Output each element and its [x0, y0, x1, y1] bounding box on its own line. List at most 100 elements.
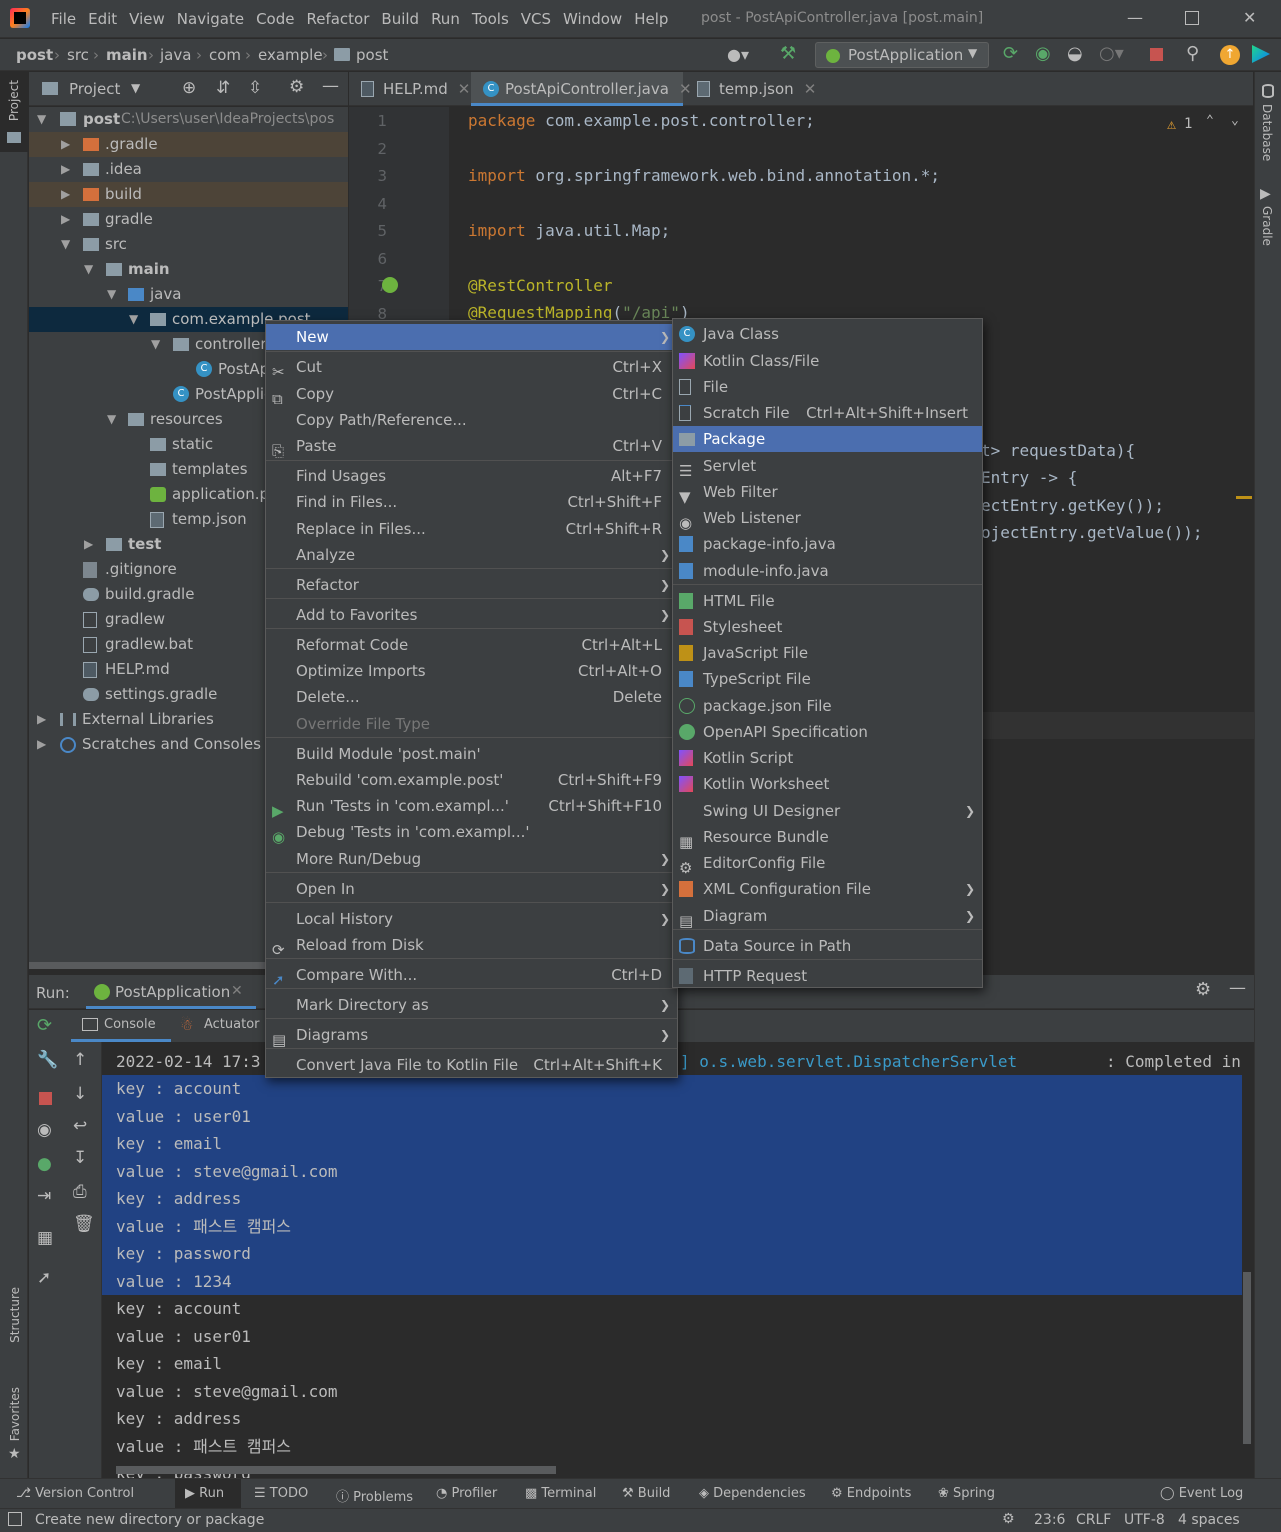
tab-console[interactable]: Console — [71, 1010, 171, 1042]
tool-build[interactable]: ⚒ Build — [622, 1486, 670, 1501]
menu-item-copy-path[interactable]: Copy Path/Reference... — [266, 407, 677, 433]
gear-icon[interactable]: ⚙ — [1195, 979, 1211, 1000]
menu-item-http-request[interactable]: HTTP Request — [673, 963, 982, 989]
tool-version-control[interactable]: ⎇ Version Control — [16, 1486, 134, 1501]
menu-item-paste[interactable]: ⎘ Paste Ctrl+V — [266, 433, 677, 460]
minimize-icon[interactable]: — — [1127, 8, 1143, 27]
console-output[interactable]: 2022-02-14 17:3 ] o.s.web.servlet.Dispat… — [102, 1042, 1242, 1478]
menu-file[interactable]: File — [45, 10, 82, 28]
build-hammer-icon[interactable]: ⚒ — [780, 43, 796, 64]
hide-panel-icon[interactable]: — — [1229, 978, 1246, 998]
tree-item-gradle[interactable]: ▶ gradle — [29, 207, 348, 232]
menu-item-module-info[interactable]: module-info.java — [673, 558, 982, 584]
menu-item-cut[interactable]: ✂ Cut Ctrl+X — [266, 354, 677, 381]
user-icon[interactable]: ●▾ — [727, 45, 749, 64]
menu-item-rebuild[interactable]: Rebuild 'com.example.post' Ctrl+Shift+F9 — [266, 767, 677, 793]
next-highlight-icon[interactable]: ⌄ — [1231, 113, 1239, 128]
database-tool-button[interactable]: Database — [1255, 80, 1281, 170]
menu-navigate[interactable]: Navigate — [171, 10, 250, 28]
breadcrumb-com[interactable]: com — [209, 46, 241, 64]
search-icon[interactable]: ⚲ — [1186, 43, 1199, 64]
menu-code[interactable]: Code — [250, 10, 300, 28]
tree-item-dot-gradle[interactable]: ▶ .gradle — [29, 132, 348, 157]
profile-icon[interactable]: ○▾ — [1099, 43, 1124, 64]
debug-bug-icon[interactable]: ◉ — [1035, 43, 1051, 64]
menu-item-delete[interactable]: Delete... Delete — [266, 684, 677, 710]
layout-icon[interactable]: ▦ — [37, 1228, 53, 1248]
tool-event-log[interactable]: ◯ Event Log — [1160, 1486, 1243, 1501]
line-separator[interactable]: CRLF — [1076, 1512, 1111, 1528]
menu-build[interactable]: Build — [375, 10, 425, 28]
tool-dependencies[interactable]: ◈ Dependencies — [699, 1486, 806, 1501]
close-tab-icon[interactable]: ✕ — [804, 80, 817, 98]
menu-item-open-in[interactable]: Open In ❯ — [266, 876, 677, 902]
breadcrumb-post[interactable]: post — [16, 46, 53, 64]
menu-item-refactor[interactable]: Refactor ❯ — [266, 572, 677, 598]
maximize-icon[interactable] — [1185, 11, 1199, 25]
gear-icon[interactable]: ⚙ — [289, 77, 304, 97]
menu-item-add-to-favorites[interactable]: Add to Favorites ❯ — [266, 602, 677, 628]
menu-item-typescript-file[interactable]: TypeScript File — [673, 666, 982, 692]
menu-item-new[interactable]: New ❯ — [266, 324, 677, 350]
menu-item-web-filter[interactable]: ▼ Web Filter — [673, 479, 982, 506]
menu-item-java-class[interactable]: C Java Class — [673, 321, 982, 347]
project-tool-button[interactable]: Project — [0, 72, 28, 152]
menu-item-find-usages[interactable]: Find Usages Alt+F7 — [266, 463, 677, 489]
hide-panel-icon[interactable]: — — [322, 76, 339, 96]
tool-run[interactable]: ▶ Run — [175, 1479, 241, 1509]
update-icon[interactable]: ↑ — [1220, 45, 1240, 65]
menu-item-reformat-code[interactable]: Reformat Code Ctrl+Alt+L — [266, 632, 677, 658]
menu-refactor[interactable]: Refactor — [300, 10, 375, 28]
menu-item-openapi[interactable]: OpenAPI Specification — [673, 719, 982, 745]
close-tab-icon[interactable]: ✕ — [231, 983, 243, 999]
debug-bug-icon[interactable]: ● — [37, 1154, 52, 1174]
collapse-all-icon[interactable]: ⇳ — [248, 78, 262, 98]
arrow-down-icon[interactable]: ↓ — [73, 1084, 87, 1104]
stop-icon[interactable] — [39, 1092, 52, 1105]
warning-stripe-marker[interactable] — [1236, 496, 1252, 499]
menu-item-stylesheet[interactable]: Stylesheet — [673, 614, 982, 640]
coverage-icon[interactable]: ◒ — [1067, 43, 1083, 64]
menu-item-servlet[interactable]: ☰ Servlet — [673, 453, 982, 480]
pin-icon[interactable]: ➚ — [37, 1268, 51, 1288]
run-tab-postapplication[interactable]: PostApplication ✕ — [86, 975, 256, 1009]
file-encoding[interactable]: UTF-8 — [1124, 1512, 1165, 1528]
print-icon[interactable]: ⎙ — [73, 1182, 87, 1202]
rerun-icon[interactable]: ⟳ — [1003, 43, 1018, 64]
tool-spring[interactable]: ❀ Spring — [938, 1486, 995, 1501]
menu-run[interactable]: Run — [425, 10, 466, 28]
close-window-icon[interactable]: ✕ — [1243, 8, 1256, 27]
menu-item-local-history[interactable]: Local History ❯ — [266, 906, 677, 932]
breadcrumb-post-package[interactable]: post — [356, 46, 388, 64]
tree-item-java[interactable]: ▼ java — [29, 282, 348, 307]
close-tab-icon[interactable]: ✕ — [458, 80, 471, 98]
menu-item-kotlin-script[interactable]: Kotlin Script — [673, 745, 982, 771]
menu-item-debug-tests[interactable]: ◉ Debug 'Tests in 'com.exampl...' — [266, 819, 677, 846]
menu-item-resource-bundle[interactable]: ▦ Resource Bundle — [673, 824, 982, 851]
menu-item-package[interactable]: Package — [673, 426, 982, 452]
tree-item-src[interactable]: ▼ src — [29, 232, 348, 257]
menu-item-scratch-file[interactable]: Scratch File Ctrl+Alt+Shift+Insert — [673, 400, 982, 426]
indent-setting[interactable]: 4 spaces — [1178, 1512, 1240, 1528]
menu-item-analyze[interactable]: Analyze ❯ — [266, 542, 677, 568]
menu-item-file[interactable]: File — [673, 374, 982, 400]
inspection-icon[interactable]: ⚙ — [1002, 1511, 1015, 1527]
arrow-up-icon[interactable]: ↑ — [73, 1050, 87, 1070]
tool-terminal[interactable]: ▩ Terminal — [525, 1486, 596, 1501]
tree-item-post[interactable]: ▼ post C:\Users\user\IdeaProjects\pos — [29, 107, 348, 132]
tool-problems[interactable]: ⓘ Problems — [336, 1486, 413, 1505]
tab-temp-json[interactable]: temp.json ✕ — [685, 72, 817, 106]
menu-window[interactable]: Window — [557, 10, 628, 28]
breadcrumb-example[interactable]: example — [258, 46, 323, 64]
tab-actuator[interactable]: ☃ Actuator — [174, 1010, 269, 1042]
menu-item-kotlin-worksheet[interactable]: Kotlin Worksheet — [673, 771, 982, 797]
menu-item-convert-to-kotlin[interactable]: Convert Java File to Kotlin File Ctrl+Alt… — [266, 1052, 677, 1078]
chevron-down-icon[interactable]: ▼ — [131, 81, 140, 95]
code-with-me-icon[interactable] — [1252, 45, 1270, 63]
project-view-selector[interactable]: Project — [69, 80, 120, 98]
tab-help-md[interactable]: HELP.md ✕ — [349, 72, 471, 106]
layout-toggle-icon[interactable] — [8, 1512, 22, 1526]
rerun-icon[interactable]: ⟳ — [37, 1015, 52, 1036]
breadcrumb-java[interactable]: java — [160, 46, 191, 64]
menu-item-run-tests[interactable]: ▶ Run 'Tests in 'com.exampl...' Ctrl+Shift… — [266, 793, 677, 820]
